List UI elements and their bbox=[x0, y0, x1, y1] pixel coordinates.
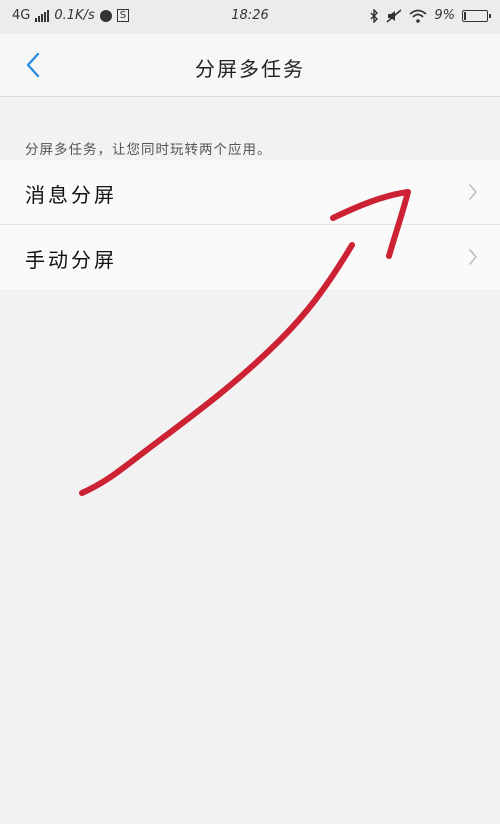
battery-percent: 9% bbox=[434, 8, 455, 23]
battery-fill bbox=[464, 11, 466, 20]
list-item-message-split[interactable]: 消息分屏 bbox=[0, 160, 500, 224]
mute-icon bbox=[386, 8, 402, 23]
status-bar: 4G 0.1K/s S 18:26 9% bbox=[0, 0, 500, 34]
wifi-icon bbox=[409, 9, 427, 23]
settings-list: 消息分屏 手动分屏 bbox=[0, 160, 500, 289]
list-item-manual-split[interactable]: 手动分屏 bbox=[0, 224, 500, 289]
section-description: 分屏多任务，让您同时玩转两个应用。 bbox=[25, 142, 272, 158]
title-bar: 分屏多任务 bbox=[0, 34, 500, 97]
chevron-right-icon bbox=[469, 184, 477, 200]
list-item-label: 消息分屏 bbox=[25, 183, 117, 207]
list-item-label: 手动分屏 bbox=[25, 248, 117, 272]
annotation-arrow-icon bbox=[79, 189, 411, 496]
chevron-right-icon bbox=[469, 249, 477, 265]
battery-icon bbox=[462, 9, 491, 22]
status-right: 9% bbox=[370, 8, 491, 23]
page-title: 分屏多任务 bbox=[195, 57, 305, 81]
bluetooth-icon bbox=[370, 8, 379, 23]
